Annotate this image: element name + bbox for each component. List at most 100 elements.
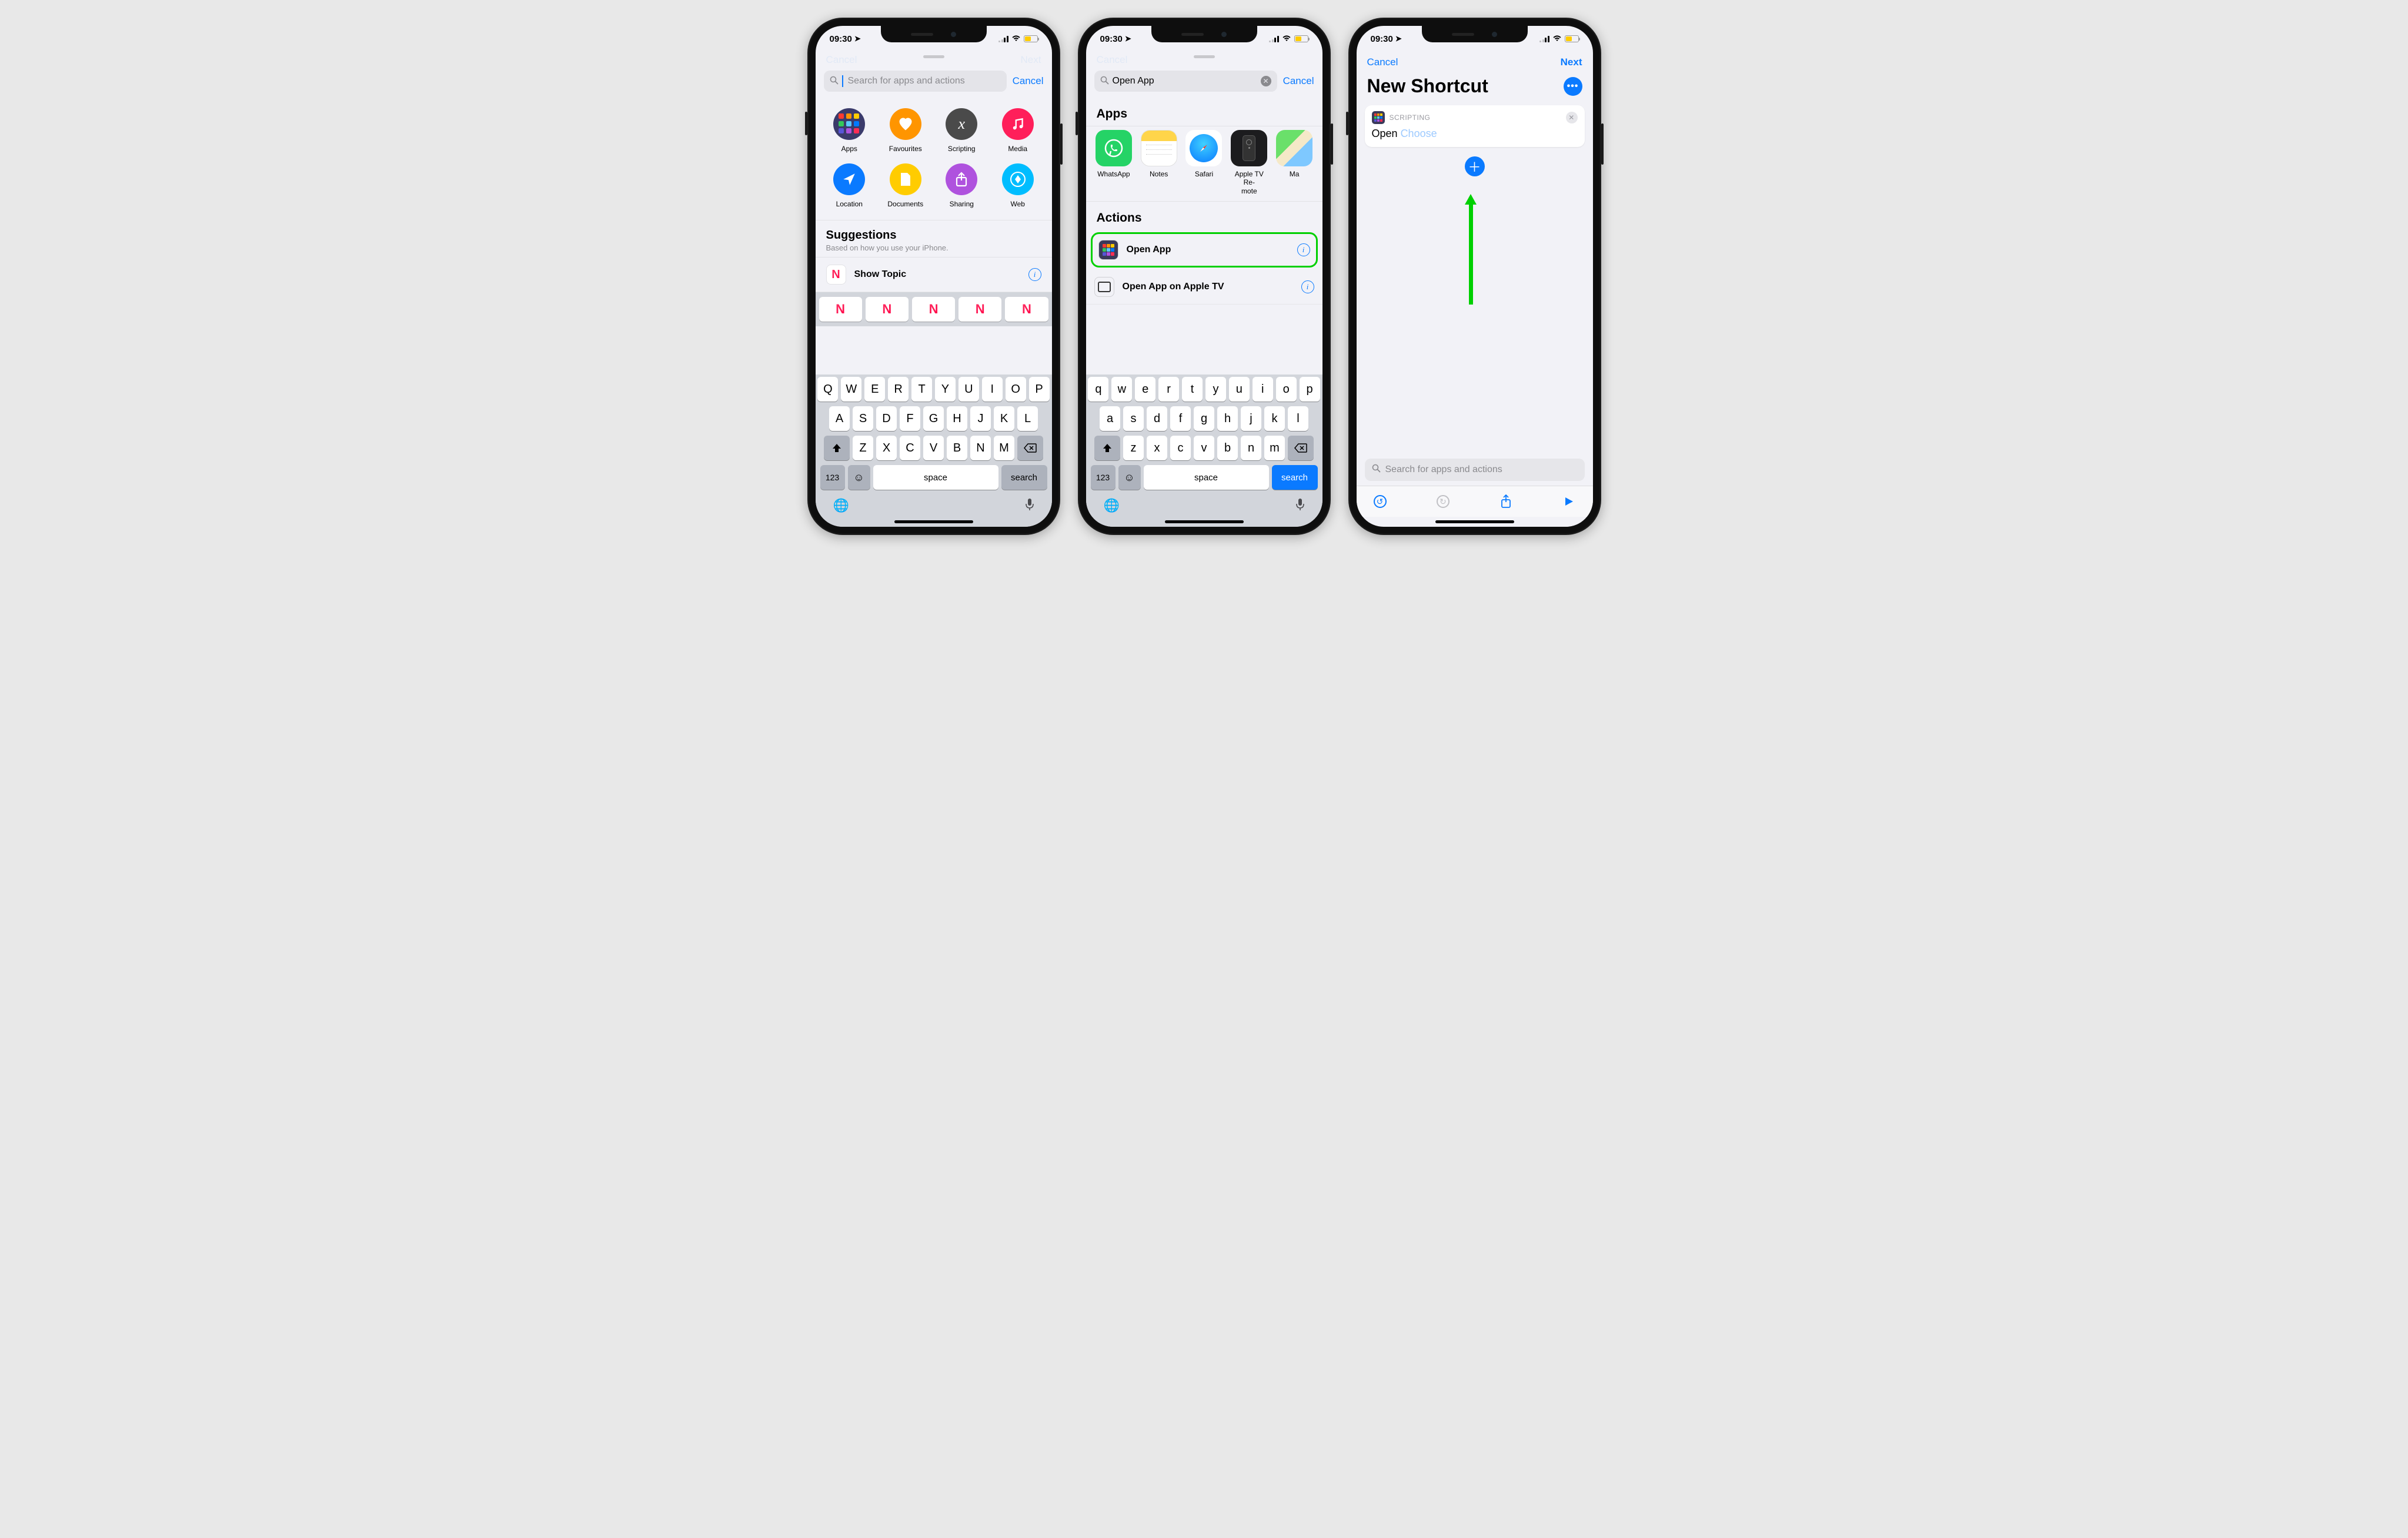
key-h[interactable]: H xyxy=(947,406,967,431)
key-n[interactable]: n xyxy=(1241,436,1261,460)
home-indicator[interactable] xyxy=(1435,520,1514,523)
key-j[interactable]: j xyxy=(1241,406,1261,431)
key-p[interactable]: p xyxy=(1300,377,1320,402)
key-t[interactable]: T xyxy=(911,377,932,402)
search-input[interactable]: Search for apps and actions xyxy=(824,71,1007,92)
add-action-button[interactable]: ＋ xyxy=(1465,156,1485,176)
key-g[interactable]: g xyxy=(1194,406,1214,431)
backspace-key[interactable] xyxy=(1288,436,1314,460)
key-l[interactable]: l xyxy=(1288,406,1308,431)
key-d[interactable]: D xyxy=(876,406,897,431)
globe-key[interactable]: 🌐 xyxy=(833,498,849,514)
category-web[interactable]: Web xyxy=(992,163,1044,208)
run-button[interactable] xyxy=(1561,493,1577,510)
info-button[interactable]: i xyxy=(1297,243,1310,256)
apps-row[interactable]: WhatsAppNotesSafariApple TV Re- moteMa xyxy=(1086,126,1322,202)
key-w[interactable]: W xyxy=(841,377,861,402)
dictation-key[interactable] xyxy=(1025,498,1034,514)
key-c[interactable]: C xyxy=(900,436,920,460)
category-apps[interactable]: Apps xyxy=(824,108,876,153)
action-item[interactable]: Open App on Apple TVi xyxy=(1086,270,1322,305)
app-notes[interactable]: Notes xyxy=(1139,130,1178,195)
action-card[interactable]: SCRIPTING ✕ Open Choose xyxy=(1365,105,1585,147)
home-indicator[interactable] xyxy=(1165,520,1244,523)
key-m[interactable]: m xyxy=(1264,436,1285,460)
category-documents[interactable]: Documents xyxy=(880,163,931,208)
key-v[interactable]: V xyxy=(923,436,944,460)
key-h[interactable]: h xyxy=(1217,406,1238,431)
key-a[interactable]: a xyxy=(1100,406,1120,431)
key-w[interactable]: w xyxy=(1111,377,1132,402)
category-media[interactable]: Media xyxy=(992,108,1044,153)
next-button[interactable]: Next xyxy=(1561,56,1582,68)
key-o[interactable]: o xyxy=(1276,377,1297,402)
key-f[interactable]: F xyxy=(900,406,920,431)
choose-app-button[interactable]: Choose xyxy=(1401,128,1437,139)
key-b[interactable]: B xyxy=(947,436,967,460)
suggestion-item[interactable]: N Show Topic i xyxy=(816,258,1052,292)
key-f[interactable]: f xyxy=(1170,406,1191,431)
keyboard-suggestion[interactable]: N xyxy=(866,297,909,322)
key-t[interactable]: t xyxy=(1182,377,1203,402)
category-location[interactable]: Location xyxy=(824,163,876,208)
keyboard-suggestion[interactable]: N xyxy=(912,297,955,322)
key-u[interactable]: u xyxy=(1229,377,1250,402)
key-i[interactable]: I xyxy=(982,377,1003,402)
cancel-search-button[interactable]: Cancel xyxy=(1013,75,1044,87)
keyboard[interactable]: QWERTYUIOPASDFGHJKLZXCVBNM 123 ☺ space s… xyxy=(816,375,1052,527)
cancel-button[interactable]: Cancel xyxy=(1367,56,1398,68)
key-j[interactable]: J xyxy=(970,406,991,431)
keyboard[interactable]: qwertyuiopasdfghjklzxcvbnm 123 ☺ space s… xyxy=(1086,375,1322,527)
home-indicator[interactable] xyxy=(894,520,973,523)
key-y[interactable]: y xyxy=(1205,377,1226,402)
keyboard-suggestion[interactable]: N xyxy=(819,297,862,322)
shift-key[interactable] xyxy=(1094,436,1120,460)
key-k[interactable]: k xyxy=(1264,406,1285,431)
key-emoji[interactable]: ☺ xyxy=(848,465,870,490)
globe-key[interactable]: 🌐 xyxy=(1104,498,1120,514)
key-e[interactable]: E xyxy=(864,377,885,402)
search-input[interactable]: Open App ✕ xyxy=(1094,71,1277,92)
key-v[interactable]: v xyxy=(1194,436,1214,460)
key-d[interactable]: d xyxy=(1147,406,1167,431)
key-o[interactable]: O xyxy=(1006,377,1026,402)
key-q[interactable]: Q xyxy=(817,377,838,402)
key-s[interactable]: S xyxy=(853,406,873,431)
key-y[interactable]: Y xyxy=(935,377,956,402)
keyboard-suggestion[interactable]: N xyxy=(958,297,1001,322)
key-r[interactable]: r xyxy=(1158,377,1179,402)
info-button[interactable]: i xyxy=(1028,268,1041,281)
key-123[interactable]: 123 xyxy=(820,465,845,490)
key-l[interactable]: L xyxy=(1017,406,1038,431)
key-b[interactable]: b xyxy=(1217,436,1238,460)
key-r[interactable]: R xyxy=(888,377,909,402)
more-options-button[interactable]: ••• xyxy=(1564,77,1582,96)
category-favourites[interactable]: Favourites xyxy=(880,108,931,153)
app-safari[interactable]: Safari xyxy=(1184,130,1224,195)
key-q[interactable]: q xyxy=(1088,377,1108,402)
key-z[interactable]: Z xyxy=(853,436,873,460)
clear-search-button[interactable]: ✕ xyxy=(1261,76,1271,86)
info-button[interactable]: i xyxy=(1301,280,1314,293)
shift-key[interactable] xyxy=(824,436,850,460)
sheet-grabber[interactable] xyxy=(923,55,944,58)
key-p[interactable]: P xyxy=(1029,377,1050,402)
sheet-grabber[interactable] xyxy=(1194,55,1215,58)
key-a[interactable]: A xyxy=(829,406,850,431)
key-i[interactable]: i xyxy=(1253,377,1273,402)
action-item[interactable]: Open Appi xyxy=(1091,232,1318,268)
key-search[interactable]: search xyxy=(1001,465,1047,490)
key-c[interactable]: c xyxy=(1170,436,1191,460)
key-search[interactable]: search xyxy=(1272,465,1318,490)
key-s[interactable]: s xyxy=(1123,406,1144,431)
undo-button[interactable]: ↺ xyxy=(1372,493,1388,510)
key-u[interactable]: U xyxy=(958,377,979,402)
search-input[interactable]: Search for apps and actions xyxy=(1365,459,1585,481)
key-x[interactable]: X xyxy=(876,436,897,460)
key-z[interactable]: z xyxy=(1123,436,1144,460)
key-emoji[interactable]: ☺ xyxy=(1118,465,1141,490)
share-button[interactable] xyxy=(1498,493,1514,510)
app-ma[interactable]: Ma xyxy=(1275,130,1314,195)
dictation-key[interactable] xyxy=(1295,498,1305,514)
app-apple-tv-re-mote[interactable]: Apple TV Re- mote xyxy=(1230,130,1269,195)
